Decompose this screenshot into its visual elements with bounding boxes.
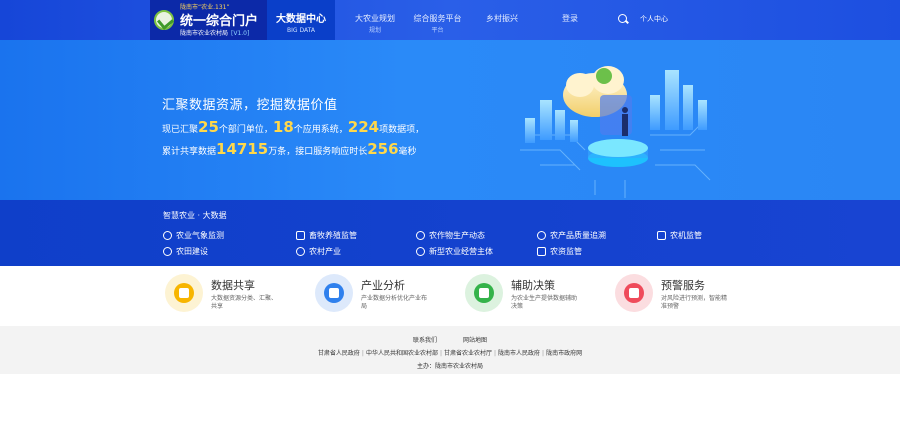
nav-item-agri-planning[interactable]: 大农业规划 规划 [350, 0, 400, 40]
stat-text: 累计共享数据 [162, 147, 217, 157]
service-data-sharing[interactable]: 数据共享大数据资源分类、汇聚、共享 [165, 274, 315, 320]
stat-shared-records: 14715 [216, 140, 269, 158]
data-sharing-icon [165, 274, 203, 312]
footer: 联系我们 网站地图 甘肃省人民政府 | 中华人民共和国农业农村部 | 甘肃省农业农村厅 |… [0, 326, 900, 374]
materials-icon [537, 247, 546, 256]
stat-text: 毫秒 [398, 147, 417, 157]
stat-systems: 18 [272, 118, 294, 136]
service-title: 产业分析 [361, 279, 405, 292]
service-desc: 产业数据分析优化产业布局 [361, 295, 428, 310]
nav-label: 乡村振兴 [486, 14, 518, 23]
partner-link[interactable]: 甘肃省人民政府 [318, 350, 360, 357]
nav-sublabel: 规划 [368, 27, 381, 34]
link-crop-production[interactable]: 农作物生产动态 [416, 230, 485, 241]
link-label: 新型农业经营主体 [429, 247, 493, 256]
link-label: 畜牧养殖监管 [309, 231, 357, 240]
nav-item-rural-revitalization[interactable]: 乡村振兴 [482, 0, 522, 40]
nav-item-login[interactable]: 登录 [555, 0, 585, 40]
link-machinery-supervision[interactable]: 农机监管 [657, 230, 702, 241]
traceability-icon [537, 231, 546, 240]
link-quality-traceability[interactable]: 农产品质量追溯 [537, 230, 606, 241]
stat-text: 项数据项， [379, 125, 425, 135]
nav-item-service-platform[interactable]: 综合服务平台 平台 [410, 0, 465, 40]
link-farmland-construction[interactable]: 农田建设 [163, 246, 208, 257]
decision-support-icon [465, 274, 503, 312]
link-agri-materials[interactable]: 农资监管 [537, 246, 582, 257]
machinery-icon [657, 231, 666, 240]
nav-label: 大数据中心 [276, 14, 326, 25]
link-livestock-supervision[interactable]: 畜牧养殖监管 [296, 230, 357, 241]
link-new-business-entities[interactable]: 新型农业经营主体 [416, 246, 493, 257]
brand-title: 统一综合门户 [180, 14, 259, 29]
logo-icon [154, 10, 174, 30]
partner-link[interactable]: 甘肃省农业农村厅 [444, 350, 492, 357]
footer-host: 主办：陇南市农业农村局 [416, 363, 483, 370]
hero-banner: 汇聚数据资源，挖掘数据价值 现已汇聚25个部门单位，18个应用系统，224项数据… [0, 40, 900, 200]
nav-item-big-data-center[interactable]: 大数据中心 BIG DATA [267, 0, 335, 40]
crop-icon [416, 231, 425, 240]
service-decision-support[interactable]: 辅助决策为农业生产提供数据辅助决策 [465, 274, 615, 320]
link-label: 农资监管 [550, 247, 582, 256]
nav-label: 综合服务平台 [413, 14, 462, 23]
service-early-warning[interactable]: 预警服务对风险进行预测，智能精准预警 [615, 274, 765, 320]
footer-links: 联系我们 网站地图 [0, 335, 900, 344]
quick-links-panel: 智慧农业 · 大数据 农业气象监测 畜牧养殖监管 农作物生产动态 农产品质量追溯… [0, 200, 900, 266]
service-industry-analysis[interactable]: 产业分析产业数据分析优化产业布局 [315, 274, 465, 320]
service-desc: 大数据资源分类、汇聚、共享 [211, 295, 278, 310]
service-desc: 为农业生产提供数据辅助决策 [511, 295, 578, 310]
stat-data-items: 224 [347, 118, 380, 136]
footer-partner-links: 甘肃省人民政府 | 中华人民共和国农业农村部 | 甘肃省农业农村厅 | 陇南市人民政府 | 陇南… [317, 350, 583, 357]
quick-links-heading: 智慧农业 · 大数据 [163, 211, 227, 220]
brand-logo[interactable]: 陇南市“农业.131” 统一综合门户 陇南市农业农村局 [V1.0] [150, 0, 267, 40]
top-navigation-bar: 陇南市“农业.131” 统一综合门户 陇南市农业农村局 [V1.0] 大数据中心 … [0, 0, 900, 40]
entity-icon [416, 247, 425, 256]
nav-label: 登录 [562, 14, 578, 23]
stat-text: 现已汇聚 [162, 125, 199, 135]
search-icon[interactable] [618, 14, 627, 23]
stat-text: 个部门单位， [218, 125, 273, 135]
footer-link-contact[interactable]: 联系我们 [413, 337, 437, 344]
link-label: 农产品质量追溯 [550, 231, 606, 240]
service-title: 数据共享 [211, 279, 255, 292]
weather-icon [163, 231, 172, 240]
service-desc: 对风险进行预测，智能精准预警 [661, 295, 728, 310]
user-center-link[interactable]: 个人中心 [640, 14, 668, 24]
partner-link[interactable]: 中华人民共和国农业农村部 [366, 350, 438, 357]
livestock-icon [296, 231, 305, 240]
link-label: 农机监管 [670, 231, 702, 240]
brand-org: 陇南市农业农村局 [180, 30, 229, 37]
partner-link[interactable]: 陇南市政府网 [546, 350, 582, 357]
brand-subtitle: 陇南市农业农村局 [V1.0] [180, 28, 249, 37]
nav-sublabel: BIG DATA [287, 27, 315, 34]
partner-link[interactable]: 陇南市人民政府 [498, 350, 540, 357]
link-label: 农村产业 [309, 247, 341, 256]
nav-sublabel: 平台 [431, 27, 444, 34]
hero-stats-line-1: 现已汇聚25个部门单位，18个应用系统，224项数据项， [162, 118, 424, 136]
link-rural-industry[interactable]: 农村产业 [296, 246, 341, 257]
link-weather-monitoring[interactable]: 农业气象监测 [163, 230, 224, 241]
stat-departments: 25 [198, 118, 219, 136]
footer-link-sitemap[interactable]: 网站地图 [463, 337, 487, 344]
farmland-icon [163, 247, 172, 256]
hero-title: 汇聚数据资源，挖掘数据价值 [162, 98, 338, 113]
link-label: 农业气象监测 [176, 231, 224, 240]
service-title: 预警服务 [661, 279, 705, 292]
hero-stats-line-2: 累计共享数据14715万条，接口服务响应时长256毫秒 [162, 140, 417, 158]
industry-analysis-icon [315, 274, 353, 312]
stat-response-time: 256 [367, 140, 399, 158]
services-section: 数据共享大数据资源分类、汇聚、共享 产业分析产业数据分析优化产业布局 辅助决策为… [0, 266, 900, 326]
stat-text: 个应用系统， [293, 125, 348, 135]
link-label: 农作物生产动态 [429, 231, 485, 240]
data-center-illustration [520, 66, 711, 198]
industry-icon [296, 247, 305, 256]
service-title: 辅助决策 [511, 279, 555, 292]
brand-version: [V1.0] [231, 30, 250, 37]
stat-text: 万条，接口服务响应时长 [268, 147, 368, 157]
nav-label: 大农业规划 [355, 14, 395, 23]
link-label: 农田建设 [176, 247, 208, 256]
warning-icon [615, 274, 653, 312]
